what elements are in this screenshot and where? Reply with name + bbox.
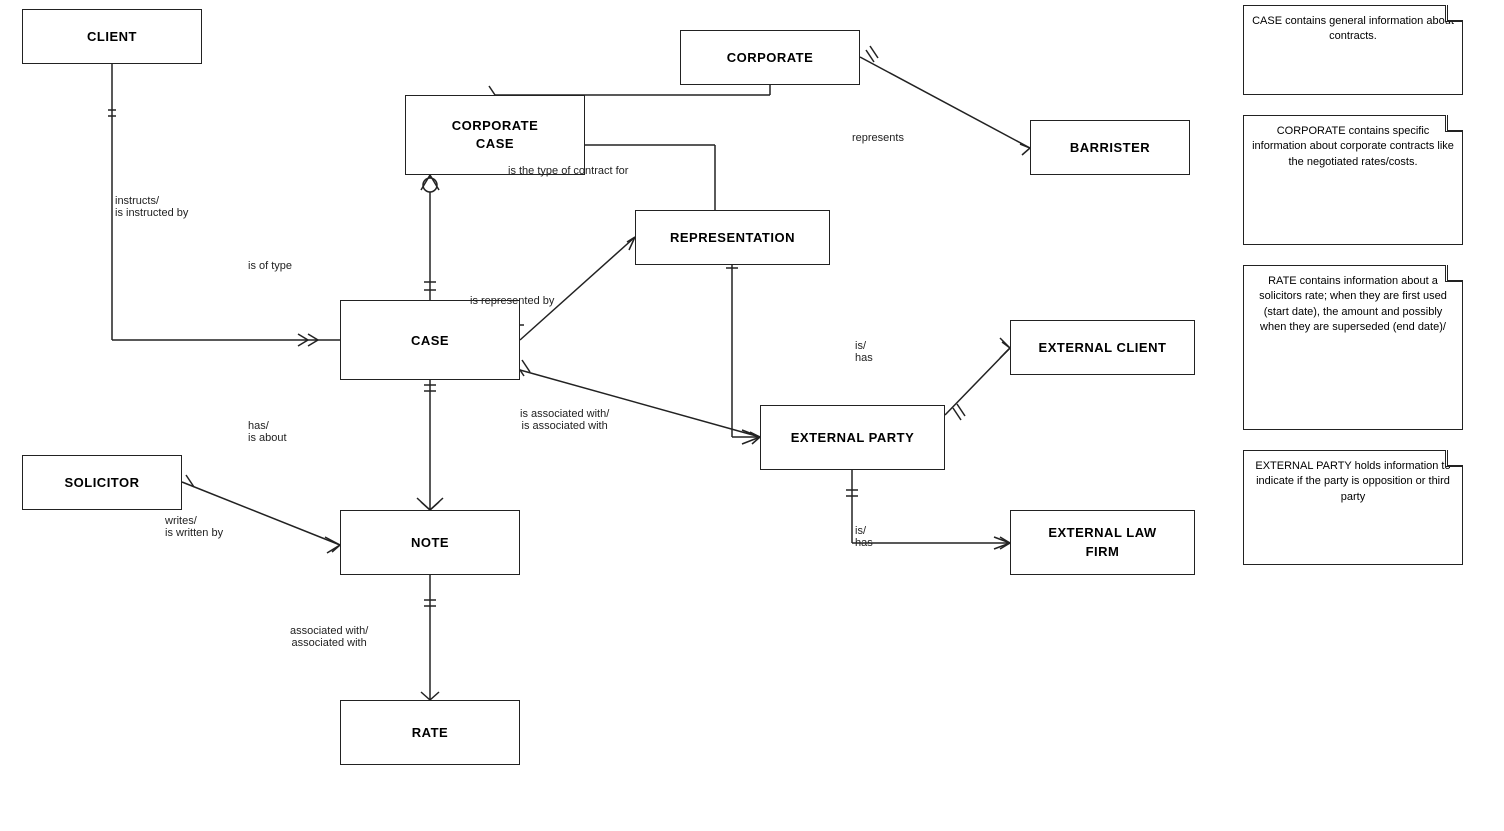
relation-is-of-type: is of type — [248, 260, 292, 272]
entity-solicitor: SOLICITOR — [22, 455, 182, 510]
note-external-party: EXTERNAL PARTY holds information to indi… — [1243, 450, 1463, 565]
entity-rate: RATE — [340, 700, 520, 765]
entity-client: CLIENT — [22, 9, 202, 64]
note-case: CASE contains general information about … — [1243, 5, 1463, 95]
entity-corporate-case: CORPORATE CASE — [405, 95, 585, 175]
entity-external-law-firm: EXTERNAL LAW FIRM — [1010, 510, 1195, 575]
relation-assoc-with: associated with/associated with — [290, 625, 368, 649]
relation-is-has-client: is/has — [855, 340, 873, 364]
relation-represents: represents — [852, 132, 904, 144]
entity-external-client: EXTERNAL CLIENT — [1010, 320, 1195, 375]
note-corporate: CORPORATE contains specific information … — [1243, 115, 1463, 245]
relation-type-contract: is the type of contract for — [508, 165, 628, 177]
entity-representation: REPRESENTATION — [635, 210, 830, 265]
entity-barrister: BARRISTER — [1030, 120, 1190, 175]
relation-represented-by: is represented by — [470, 295, 554, 307]
note-rate: RATE contains information about a solici… — [1243, 265, 1463, 430]
relation-has-about: has/is about — [248, 420, 287, 444]
entity-case: CASE — [340, 300, 520, 380]
diagram-container: CLIENT CORPORATE CORPORATE CASE BARRISTE… — [0, 0, 1504, 831]
relation-instructs: instructs/is instructed by — [115, 195, 188, 219]
relation-associated: is associated with/is associated with — [520, 408, 609, 432]
relation-is-has-firm: is/has — [855, 525, 873, 549]
entity-corporate: CORPORATE — [680, 30, 860, 85]
entity-external-party: EXTERNAL PARTY — [760, 405, 945, 470]
relation-writes: writes/is written by — [165, 515, 223, 539]
entity-note: NOTE — [340, 510, 520, 575]
